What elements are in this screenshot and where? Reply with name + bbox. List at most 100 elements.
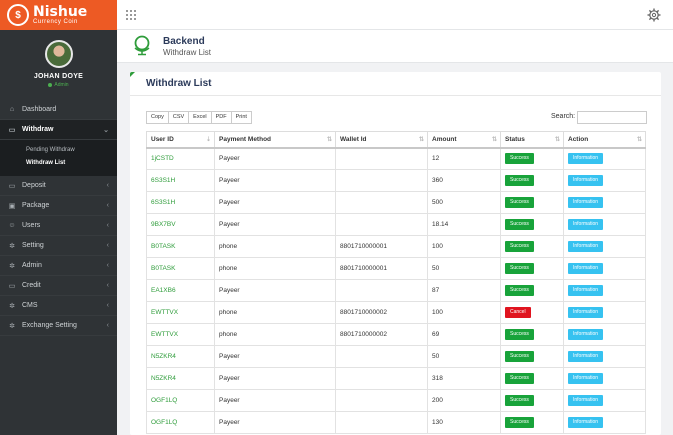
home-icon: ⌂ [9,106,15,113]
column-header-label: Action [568,135,589,143]
information-button[interactable]: Information [568,153,604,165]
user-id-cell[interactable]: EWTTVX [146,323,215,346]
action-cell: Information [563,367,646,390]
status-success-button[interactable]: Success [505,197,534,208]
sidebar-item-deposit[interactable]: ▭ Deposit ‹ [0,176,117,196]
amount-cell: 360 [427,169,501,192]
wallet-id-cell: 8801710000001 [335,235,428,258]
information-button[interactable]: Information [568,263,604,274]
column-header-payment-method[interactable]: Payment Method ⇅ [214,131,336,149]
column-header-amount[interactable]: Amount ⇅ [427,131,501,149]
sidebar-subitem-withdraw-list[interactable]: Withdraw List [0,157,117,170]
user-id-cell[interactable]: B0TASK [146,235,215,258]
card-icon: ▭ [8,282,16,290]
table-row: N5ZKR4 Payeer 50 Success Information [146,345,646,368]
user-id-cell[interactable]: N5ZKR4 [146,345,215,368]
sidebar-item-setting[interactable]: ✲ Setting ‹ [0,236,117,256]
information-button[interactable]: Information [568,285,604,296]
information-button[interactable]: Information [568,417,604,428]
status-success-button[interactable]: Success [505,351,534,362]
sidebar-item-users[interactable]: ☺ Users ‹ [0,216,117,236]
user-id-cell[interactable]: OGF1LQ [146,411,215,434]
status-success-button[interactable]: Success [505,241,534,252]
status-success-button[interactable]: Success [505,175,534,186]
status-success-button[interactable]: Success [505,153,534,165]
amount-cell: 200 [427,389,501,412]
column-header-wallet-id[interactable]: Wallet Id ⇅ [335,131,428,149]
avatar[interactable] [44,40,73,68]
users-icon: ☺ [8,222,16,229]
information-button[interactable]: Information [568,351,604,362]
information-button[interactable]: Information [568,307,604,318]
user-id-cell[interactable]: 6S3S1H [146,191,215,214]
payment-method-cell: Payeer [214,279,336,302]
breadcrumb: Withdraw List [163,48,212,57]
status-success-button[interactable]: Success [505,395,534,406]
sidebar-item-package[interactable]: ▣ Package ‹ [0,196,117,216]
apps-grid-icon[interactable] [125,9,137,21]
user-id-cell[interactable]: EA1XB6 [146,279,215,302]
csv-button[interactable]: CSV [167,111,190,124]
divider [130,95,661,96]
status-cancel-button[interactable]: Cancel [505,307,531,318]
user-id-cell[interactable]: EWTTVX [146,301,215,324]
information-button[interactable]: Information [568,219,604,230]
information-button[interactable]: Information [568,175,604,186]
sidebar-item-exchange-setting[interactable]: ✲ Exchange Setting ‹ [0,316,117,336]
sidebar-item-label: Setting [22,242,44,249]
amount-cell: 69 [427,323,501,346]
brand-logo[interactable]: $ Nishue Currency Coin [0,0,117,30]
status-success-button[interactable]: Success [505,285,534,296]
export-button-group: Copy CSV Excel PDF Print [146,111,252,124]
user-role-label: Admin [54,82,69,88]
information-button[interactable]: Information [568,197,604,208]
sidebar-item-label: Dashboard [22,106,57,113]
user-id-cell[interactable]: 6S3S1H [146,169,215,192]
user-id-cell[interactable]: OGF1LQ [146,389,215,412]
sidebar-item-cms[interactable]: ✲ CMS ‹ [0,296,117,316]
sidebar-item-label: Package [22,202,50,209]
settings-gear-icon[interactable] [647,8,661,22]
table-header-row: User ID ⇣ Payment Method ⇅ Wallet Id ⇅ Amount ⇅… [146,131,646,149]
print-button[interactable]: Print [230,111,252,124]
sidebar-item-admin[interactable]: ✲ Admin ‹ [0,256,117,276]
information-button[interactable]: Information [568,395,604,406]
sidebar-item-withdraw[interactable]: ▭ Withdraw ⌄ [0,120,117,140]
action-cell: Information [563,147,646,170]
column-header-user-id[interactable]: User ID ⇣ [146,131,215,149]
action-cell: Information [563,235,646,258]
pdf-button[interactable]: PDF [210,111,232,124]
payment-method-cell: phone [214,323,336,346]
information-button[interactable]: Information [568,373,604,384]
user-id-cell[interactable]: 1jCSTD [146,147,215,170]
action-cell: Information [563,345,646,368]
amount-cell: 100 [427,301,501,324]
wallet-id-cell [335,279,428,302]
status-success-button[interactable]: Success [505,373,534,384]
column-header-label: Wallet Id [340,135,367,143]
information-button[interactable]: Information [568,329,604,340]
user-id-cell[interactable]: 9BX7BV [146,213,215,236]
information-button[interactable]: Information [568,241,604,252]
column-header-status[interactable]: Status ⇅ [500,131,564,149]
chevron-left-icon: ‹ [106,322,109,329]
action-cell: Information [563,323,646,346]
sidebar-subitem-pending-withdraw[interactable]: Pending Withdraw [0,144,117,157]
status-cell: Success [500,389,564,412]
sidebar-item-credit[interactable]: ▭ Credit ‹ [0,276,117,296]
excel-button[interactable]: Excel [188,111,212,124]
status-success-button[interactable]: Success [505,329,534,340]
status-success-button[interactable]: Success [505,263,534,274]
user-id-cell[interactable]: N5ZKR4 [146,367,215,390]
chevron-left-icon: ‹ [106,262,109,269]
column-header-action[interactable]: Action ⇅ [563,131,646,149]
column-header-label: Amount [432,135,457,143]
action-cell: Information [563,169,646,192]
sidebar-item-dashboard[interactable]: ⌂ Dashboard [0,100,117,120]
status-success-button[interactable]: Success [505,417,534,428]
status-success-button[interactable]: Success [505,219,534,230]
amount-cell: 50 [427,345,501,368]
copy-button[interactable]: Copy [146,111,169,124]
user-id-cell[interactable]: B0TASK [146,257,215,280]
search-input[interactable] [577,111,647,124]
